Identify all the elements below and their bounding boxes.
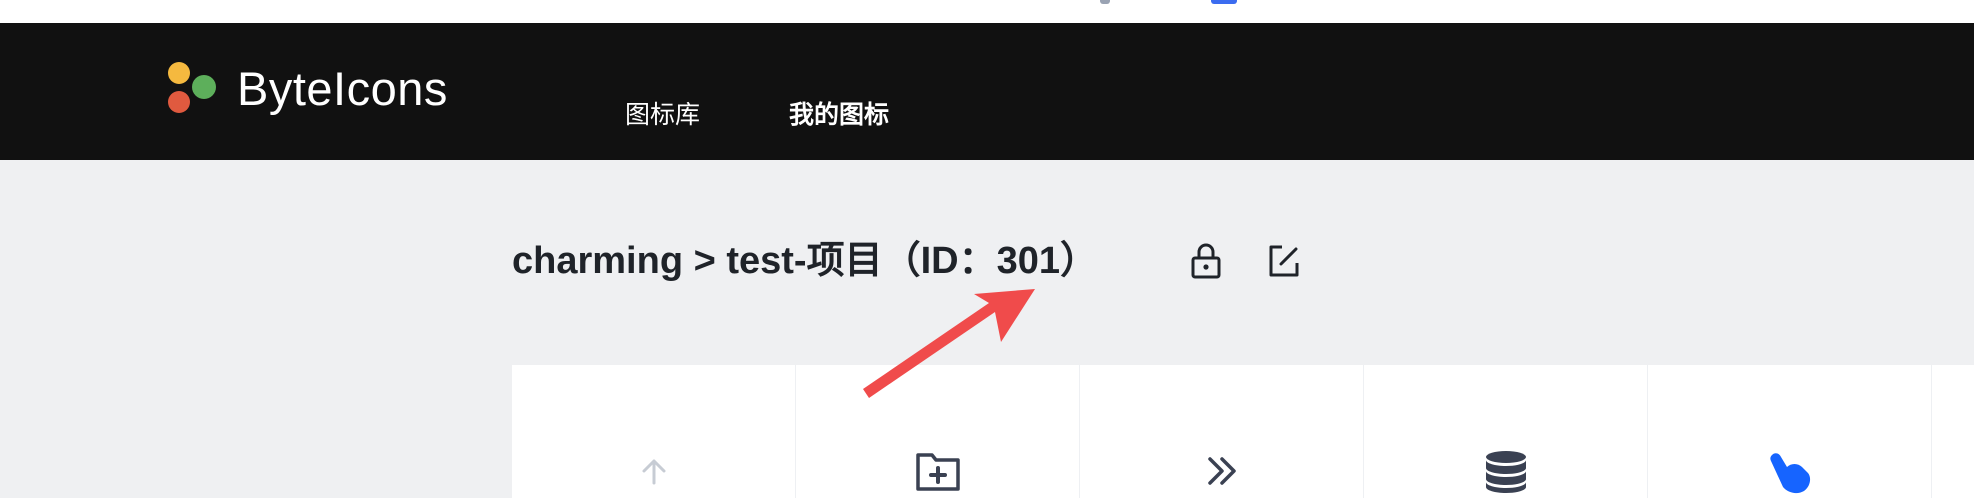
logo-dot-green (192, 75, 216, 99)
toolbar-fragment-accent (1211, 0, 1237, 4)
nav-icon-library[interactable]: 图标库 (625, 100, 700, 130)
edit-button[interactable] (1264, 241, 1304, 281)
database-tool[interactable] (1364, 365, 1648, 498)
lock-icon (1191, 243, 1221, 279)
add-folder-tool[interactable] (796, 365, 1080, 498)
database-icon (1485, 451, 1526, 493)
upload-icon (642, 459, 665, 485)
nav-my-icons[interactable]: 我的图标 (789, 100, 889, 130)
logo-dot-red (168, 91, 190, 113)
browser-top-strip (0, 0, 1974, 24)
logo[interactable]: ByteIcons (166, 61, 466, 121)
project-title: charming > test-项目（ID：301） (512, 240, 1098, 282)
double-right-icon (1207, 457, 1236, 485)
logo-dot-yellow (168, 62, 190, 84)
upload-tool[interactable] (512, 365, 796, 498)
top-navbar: ByteIcons 图标库 我的图标 (0, 23, 1974, 160)
toolbar-panel (512, 365, 1974, 498)
pointer-tool[interactable] (1648, 365, 1932, 498)
lock-button[interactable] (1186, 241, 1226, 281)
toolbar-fragment (1100, 0, 1110, 4)
brand-name: ByteIcons (237, 62, 448, 115)
folder-add-icon (915, 453, 960, 491)
edit-icon (1269, 245, 1299, 277)
hand-pointer-icon (1769, 453, 1810, 494)
double-right-tool[interactable] (1080, 365, 1364, 498)
